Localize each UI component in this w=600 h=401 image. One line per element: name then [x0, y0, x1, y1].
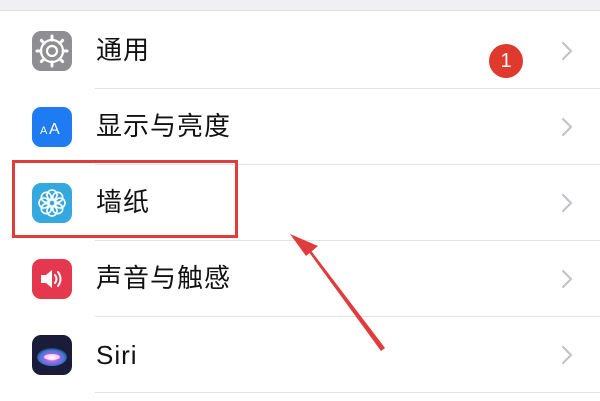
chevron-right-icon	[561, 193, 573, 213]
settings-row-label: 通用	[96, 36, 151, 66]
chevron-right-icon	[561, 269, 573, 289]
chevron-right-icon	[561, 117, 573, 137]
display-brightness-icon: A A	[32, 107, 72, 147]
siri-icon	[32, 335, 72, 375]
svg-text:A: A	[49, 121, 60, 138]
chevron-right-icon	[561, 41, 573, 61]
settings-row-sounds-haptics[interactable]: 声音与触感	[0, 241, 600, 317]
settings-row-display-brightness[interactable]: A A 显示与亮度	[0, 89, 600, 165]
settings-row-label: 声音与触感	[96, 264, 232, 294]
svg-text:A: A	[40, 125, 48, 137]
speaker-icon	[32, 259, 72, 299]
settings-row-siri[interactable]: Siri	[0, 317, 600, 393]
settings-row-label: 显示与亮度	[96, 112, 232, 142]
settings-row-general[interactable]: 通用 1	[0, 13, 600, 89]
gear-icon	[32, 31, 72, 71]
top-strip	[0, 0, 600, 10]
notification-badge: 1	[489, 44, 523, 78]
highlight-box	[12, 160, 238, 238]
row-divider	[95, 392, 600, 393]
chevron-right-icon	[561, 345, 573, 365]
settings-row-label: Siri	[96, 340, 138, 370]
